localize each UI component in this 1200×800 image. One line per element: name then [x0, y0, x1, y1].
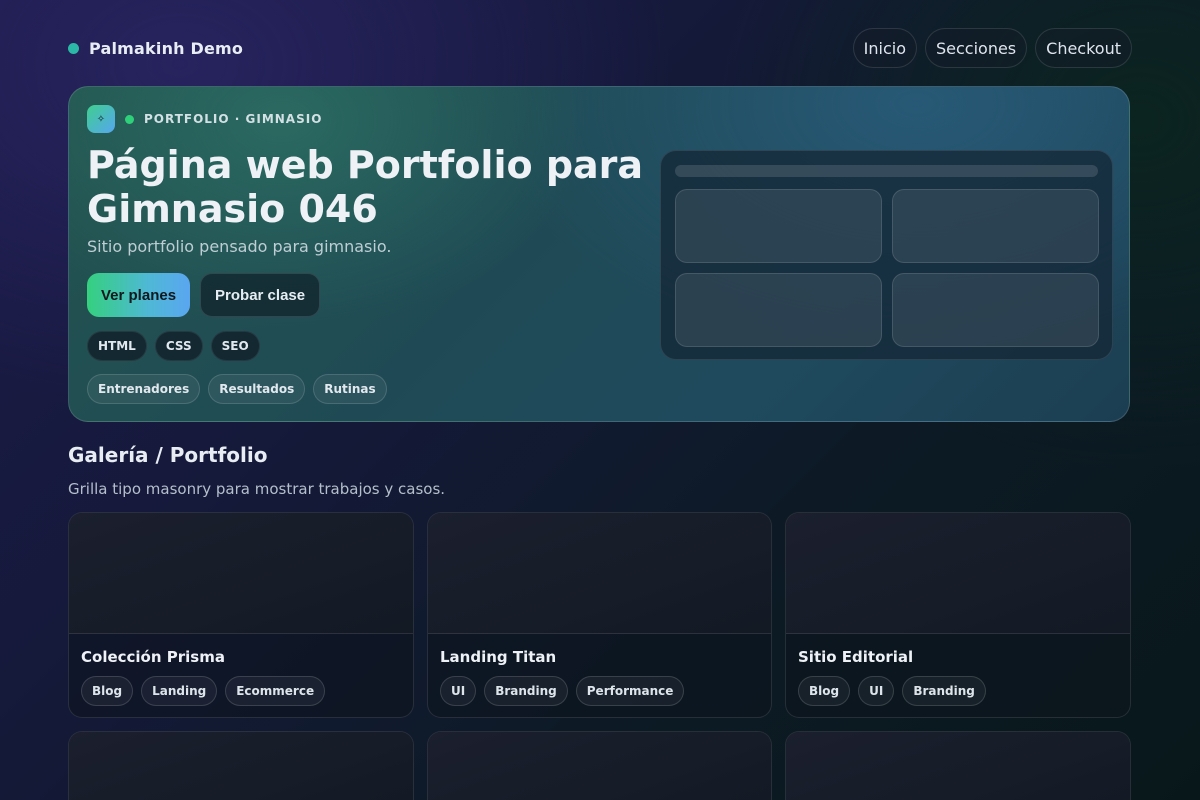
card-tag: Branding — [902, 676, 986, 706]
portfolio-card[interactable]: Sitio Editorial Blog UI Branding — [785, 512, 1131, 718]
top-bar: Palmakinh Demo Inicio Secciones Checkout — [68, 28, 1132, 68]
portfolio-card[interactable]: Landing Titan UI Branding Performance — [427, 512, 772, 718]
topic-tags: Entrenadores Resultados Rutinas — [87, 374, 387, 404]
topic-tag: Entrenadores — [87, 374, 201, 404]
ver-planes-button[interactable]: Ver planes — [87, 273, 191, 317]
card-tag: UI — [440, 676, 477, 706]
preview-grid — [675, 189, 1099, 347]
card-tag: Branding — [484, 676, 568, 706]
hero-card: ✧ PORTFOLIO · GIMNASIO Página web Portfo… — [68, 86, 1130, 422]
card-tag: Performance — [575, 676, 685, 706]
portfolio-card[interactable] — [68, 731, 414, 800]
gallery-title: Galería / Portfolio — [68, 443, 268, 467]
tech-tags: HTML CSS SEO — [87, 331, 260, 361]
card-title: Colección Prisma — [81, 648, 225, 666]
eyebrow-label: PORTFOLIO · GIMNASIO — [144, 112, 323, 126]
card-body: Sitio Editorial Blog UI Branding — [786, 634, 1130, 706]
card-thumbnail — [69, 732, 413, 800]
preview-tile — [675, 189, 882, 263]
preview-tile — [892, 189, 1099, 263]
card-tag: UI — [858, 676, 895, 706]
brand[interactable]: Palmakinh Demo — [68, 39, 243, 58]
card-tags: Blog UI Branding — [798, 676, 1118, 706]
tech-tag: SEO — [210, 331, 260, 361]
card-title: Sitio Editorial — [798, 648, 914, 666]
probar-clase-button[interactable]: Probar clase — [200, 273, 321, 317]
nav-link-secciones[interactable]: Secciones — [924, 28, 1028, 68]
card-tag: Blog — [798, 676, 851, 706]
card-body: Landing Titan UI Branding Performance — [428, 634, 771, 706]
card-thumbnail — [786, 732, 1130, 800]
portfolio-grid: Colección Prisma Blog Landing Ecommerce … — [68, 512, 1131, 800]
brand-dot-icon — [68, 42, 79, 54]
card-tags: Blog Landing Ecommerce — [81, 676, 401, 706]
card-tag: Landing — [141, 676, 218, 706]
hero-subtitle: Sitio portfolio pensado para gimnasio. — [87, 237, 392, 256]
portfolio-card[interactable] — [427, 731, 772, 800]
preview-header-bar — [675, 165, 1098, 177]
hero-title: Página web Portfolio para Gimnasio 046 — [87, 143, 644, 231]
brand-name: Palmakinh Demo — [89, 38, 244, 58]
sparkle-icon: ✧ — [87, 105, 115, 133]
card-tag: Blog — [81, 676, 134, 706]
portfolio-card[interactable] — [785, 731, 1131, 800]
portfolio-card[interactable]: Colección Prisma Blog Landing Ecommerce — [68, 512, 414, 718]
main-nav: Inicio Secciones Checkout — [852, 28, 1132, 68]
card-tag: Ecommerce — [225, 676, 326, 706]
card-body: Colección Prisma Blog Landing Ecommerce — [69, 634, 413, 706]
status-dot-icon — [125, 114, 134, 124]
nav-link-inicio[interactable]: Inicio — [852, 28, 917, 68]
tech-tag: CSS — [154, 331, 203, 361]
preview-tile — [892, 273, 1099, 347]
card-tags: UI Branding Performance — [440, 676, 759, 706]
nav-link-checkout[interactable]: Checkout — [1035, 28, 1132, 68]
card-title: Landing Titan — [440, 648, 557, 666]
card-thumbnail — [69, 513, 413, 634]
hero-actions: Ver planes Probar clase — [87, 273, 321, 317]
card-thumbnail — [428, 732, 771, 800]
layout-preview-mockup — [660, 150, 1113, 360]
card-thumbnail — [428, 513, 771, 634]
card-thumbnail — [786, 513, 1130, 634]
hero-eyebrow: ✧ PORTFOLIO · GIMNASIO — [87, 105, 322, 133]
tech-tag: HTML — [87, 331, 147, 361]
gallery-subtitle: Grilla tipo masonry para mostrar trabajo… — [68, 480, 446, 498]
topic-tag: Rutinas — [313, 374, 387, 404]
preview-tile — [675, 273, 882, 347]
topic-tag: Resultados — [208, 374, 306, 404]
